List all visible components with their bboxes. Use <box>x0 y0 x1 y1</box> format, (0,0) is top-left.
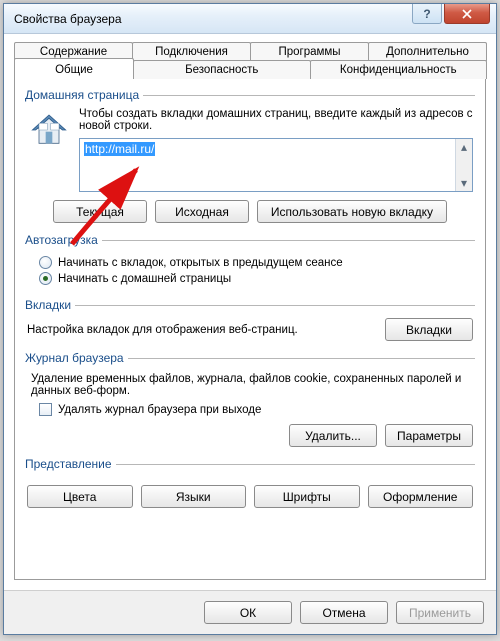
use-newtab-button[interactable]: Использовать новую вкладку <box>257 200 447 223</box>
window-controls <box>412 4 496 33</box>
radio-label: Начинать с вкладок, открытых в предыдуще… <box>58 257 343 269</box>
fonts-button[interactable]: Шрифты <box>254 485 360 508</box>
radio-start-homepage[interactable]: Начинать с домашней страницы <box>39 272 473 285</box>
history-params-button[interactable]: Параметры <box>385 424 473 447</box>
group-tabs: Вкладки Настройка вкладок для отображени… <box>25 298 475 343</box>
close-button[interactable] <box>444 4 490 24</box>
tabs-settings-button[interactable]: Вкладки <box>385 318 473 341</box>
scrollbar[interactable]: ▴ ▾ <box>455 139 472 191</box>
group-homepage: Домашняя страница Чтобы создать вкладки … <box>25 88 475 225</box>
languages-button[interactable]: Языки <box>141 485 247 508</box>
tab-security[interactable]: Безопасность <box>133 60 311 79</box>
use-default-button[interactable]: Исходная <box>155 200 249 223</box>
home-icon <box>27 108 71 152</box>
titlebar: Свойства браузера <box>4 4 496 34</box>
tab-row-front: Общие Безопасность Конфиденциальность <box>14 60 486 79</box>
checkbox-icon <box>39 403 52 416</box>
group-autoload: Автозагрузка Начинать с вкладок, открыты… <box>25 233 475 290</box>
group-history: Журнал браузера Удаление временных файло… <box>25 351 475 449</box>
dialog-footer: ОК Отмена Применить <box>4 590 496 634</box>
scroll-down-icon[interactable]: ▾ <box>456 175 472 191</box>
tab-panel-general: Домашняя страница Чтобы создать вкладки … <box>14 78 486 580</box>
use-current-button[interactable]: Текущая <box>53 200 147 223</box>
homepage-url-value: http://mail.ru/ <box>84 142 155 156</box>
accessibility-button[interactable]: Оформление <box>368 485 474 508</box>
cancel-button[interactable]: Отмена <box>300 601 388 624</box>
tab-programs[interactable]: Программы <box>250 42 369 61</box>
help-button[interactable] <box>412 4 442 24</box>
homepage-help-text: Чтобы создать вкладки домашних страниц, … <box>79 108 473 132</box>
group-autoload-legend: Автозагрузка <box>25 233 102 247</box>
tab-connections[interactable]: Подключения <box>132 42 251 61</box>
tab-control: Содержание Подключения Программы Дополни… <box>14 42 486 79</box>
dialog-window: Свойства браузера Содержание Подключения… <box>3 3 497 635</box>
group-history-legend: Журнал браузера <box>25 351 128 365</box>
history-help-text: Удаление временных файлов, журнала, файл… <box>31 373 469 397</box>
radio-start-tabs[interactable]: Начинать с вкладок, открытых в предыдуще… <box>39 256 473 269</box>
tab-privacy[interactable]: Конфиденциальность <box>310 60 488 79</box>
delete-history-button[interactable]: Удалить... <box>289 424 377 447</box>
radio-icon <box>39 272 52 285</box>
tab-advanced[interactable]: Дополнительно <box>368 42 487 61</box>
group-tabs-legend: Вкладки <box>25 298 75 312</box>
homepage-url-input[interactable]: http://mail.ru/ ▴ ▾ <box>79 138 473 192</box>
scroll-up-icon[interactable]: ▴ <box>456 139 472 155</box>
client-area: Содержание Подключения Программы Дополни… <box>4 34 496 590</box>
group-appearance-legend: Представление <box>25 457 116 471</box>
delete-on-exit-checkbox[interactable]: Удалять журнал браузера при выходе <box>39 403 473 416</box>
tabs-help-text: Настройка вкладок для отображения веб-ст… <box>27 324 375 336</box>
group-appearance: Представление Цвета Языки Шрифты Оформле… <box>25 457 475 510</box>
apply-button[interactable]: Применить <box>396 601 484 624</box>
tab-general[interactable]: Общие <box>14 58 134 79</box>
radio-label: Начинать с домашней страницы <box>58 273 231 285</box>
colors-button[interactable]: Цвета <box>27 485 133 508</box>
ok-button[interactable]: ОК <box>204 601 292 624</box>
radio-icon <box>39 256 52 269</box>
group-homepage-legend: Домашняя страница <box>25 88 143 102</box>
checkbox-label: Удалять журнал браузера при выходе <box>58 404 261 416</box>
window-title: Свойства браузера <box>14 12 412 26</box>
